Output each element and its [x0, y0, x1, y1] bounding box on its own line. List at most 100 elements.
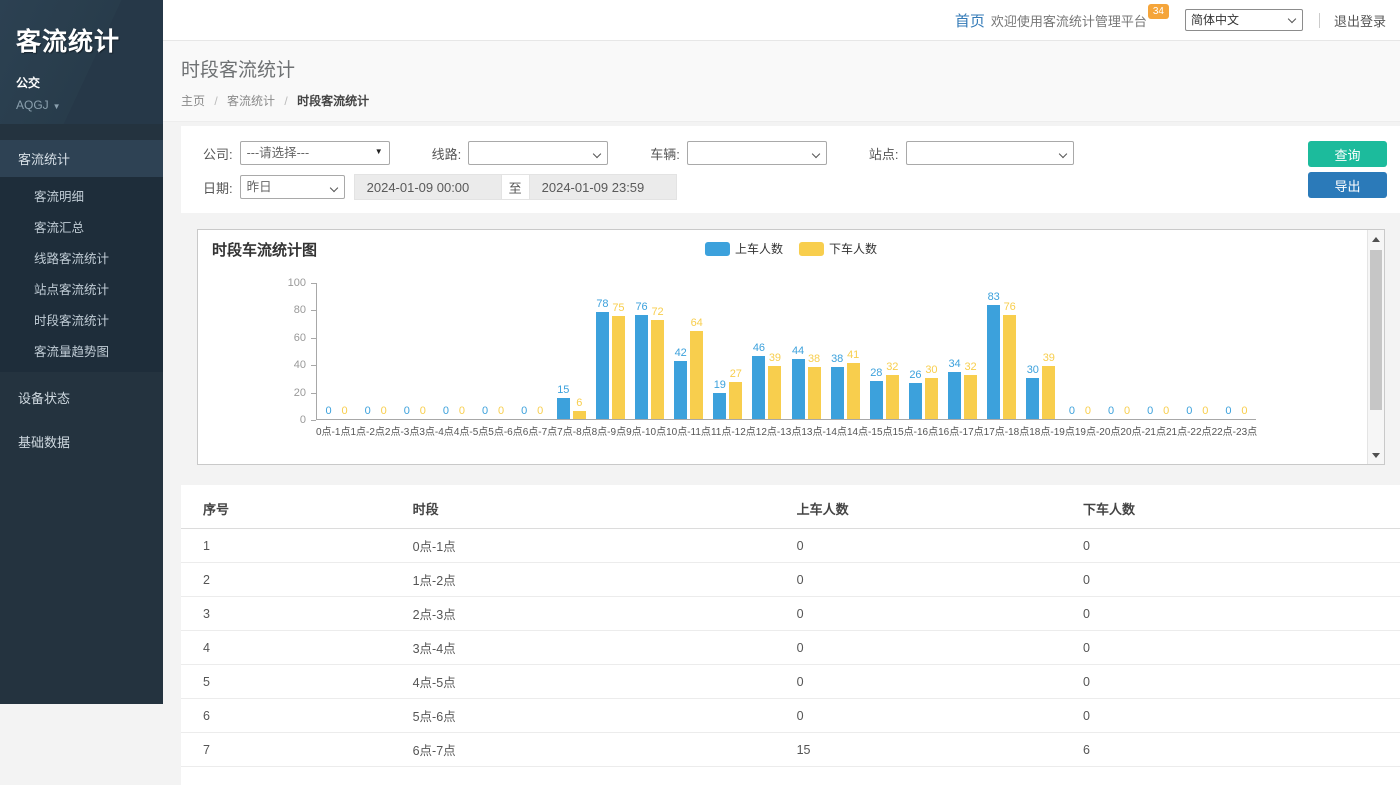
bar: [752, 356, 765, 419]
station-select[interactable]: [906, 141, 1074, 165]
chart-xaxis-labels: 0点-1点1点-2点2点-3点3点-4点4点-5点5点-6点6点-7点7点-8点…: [316, 423, 1256, 438]
bar-value-label: 0: [459, 406, 465, 417]
line-select[interactable]: [468, 141, 608, 165]
filter-row-2: 日期: 昨日 至: [203, 174, 1386, 200]
app-title: 客流统计: [16, 22, 147, 58]
chart-category: 3432: [943, 282, 982, 419]
breadcrumb-current: 时段客流统计: [297, 94, 369, 108]
x-axis-label: 18点-19点: [1029, 423, 1075, 438]
bar-group: 30: [925, 365, 938, 419]
sidebar-subitem[interactable]: 站点客流统计: [0, 273, 163, 304]
sidebar-item[interactable]: 基础数据: [0, 423, 163, 460]
bar: [635, 315, 648, 419]
sidebar-subitem[interactable]: 时段客流统计: [0, 304, 163, 335]
chart-panel: 时段车流统计图 上车人数下车人数 020406080100 0000000000…: [197, 229, 1385, 465]
sidebar-item[interactable]: 设备状态: [0, 379, 163, 416]
bar-value-label: 28: [870, 368, 882, 379]
notification-badge: 34: [1148, 4, 1169, 19]
bar-group: 78: [596, 299, 609, 419]
date-from-input[interactable]: [354, 174, 502, 200]
bar-group: 46: [752, 343, 765, 419]
bar-group: 75: [612, 303, 625, 419]
line-label: 线路:: [432, 144, 462, 163]
language-select-wrap: 简体中文: [1185, 9, 1303, 31]
bar-group: 38: [831, 354, 844, 419]
table-header: 序号 时段 上车人数 下车人数: [181, 489, 1400, 529]
bar-group: 0: [1121, 406, 1134, 419]
bar: [909, 383, 922, 419]
date-preset-select[interactable]: 昨日: [240, 175, 345, 199]
chart-category: 7875: [591, 282, 630, 419]
bar-value-label: 42: [675, 348, 687, 359]
export-button[interactable]: 导出: [1308, 172, 1387, 198]
vehicle-select[interactable]: [687, 141, 827, 165]
bar-group: 32: [964, 362, 977, 419]
logout-link[interactable]: 退出登录: [1334, 11, 1386, 30]
bar-group: 27: [729, 369, 742, 419]
station-label: 站点:: [869, 144, 899, 163]
scroll-down-icon[interactable]: [1368, 447, 1384, 463]
chart-category: 4438: [787, 282, 826, 419]
sidebar-subitem[interactable]: 线路客流统计: [0, 242, 163, 273]
search-button[interactable]: 查询: [1308, 141, 1387, 167]
breadcrumb-separator: /: [214, 94, 217, 108]
bar: [674, 361, 687, 419]
table-cell: 0: [797, 665, 1083, 699]
x-axis-label: 22点-23点: [1212, 423, 1258, 438]
table-cell: 6: [1083, 733, 1400, 767]
x-axis-label: 5点-6点: [488, 423, 522, 438]
x-axis-label: 7点-8点: [557, 423, 591, 438]
legend-item[interactable]: 下车人数: [799, 240, 877, 257]
breadcrumb-home[interactable]: 主页: [181, 94, 205, 108]
table-cell: 0: [1083, 631, 1400, 665]
bar-value-label: 0: [1186, 406, 1192, 417]
bar-group: 0: [439, 406, 452, 419]
company-select[interactable]: ---请选择---: [240, 141, 390, 165]
sidebar-subitem[interactable]: 客流汇总: [0, 211, 163, 242]
bar-group: 72: [651, 307, 664, 419]
scrollbar-thumb[interactable]: [1370, 250, 1382, 410]
bar-value-label: 6: [576, 398, 582, 409]
bar: [808, 367, 821, 419]
bar-value-label: 41: [847, 350, 859, 361]
breadcrumb-section[interactable]: 客流统计: [227, 94, 275, 108]
bar-group: 0: [416, 406, 429, 419]
table-row: 32点-3点00: [181, 597, 1400, 631]
breadcrumb-separator: /: [284, 94, 287, 108]
scroll-up-icon[interactable]: [1368, 231, 1384, 247]
x-axis-label: 2点-3点: [385, 423, 419, 438]
sidebar-subitem[interactable]: 客流量趋势图: [0, 335, 163, 366]
bar-group: 0: [400, 406, 413, 419]
welcome-text: 欢迎使用客流统计管理平台: [991, 11, 1147, 30]
account-dropdown[interactable]: AQGJ▼: [16, 98, 147, 112]
bar-value-label: 64: [691, 318, 703, 329]
sidebar-subitem[interactable]: 客流明细: [0, 180, 163, 211]
chart-scrollbar[interactable]: [1367, 230, 1384, 464]
table-cell: 2点-3点: [413, 597, 797, 631]
bar-group: 0: [1065, 406, 1078, 419]
vehicle-label: 车辆:: [650, 144, 680, 163]
bar-value-label: 26: [909, 370, 921, 381]
bar-group: 0: [495, 406, 508, 419]
table-cell: 1点-2点: [413, 563, 797, 597]
bar-group: 41: [847, 350, 860, 419]
bar-group: 0: [361, 406, 374, 419]
y-axis-label: 60: [256, 332, 306, 344]
sidebar-item-passenger-stats[interactable]: 客流统计: [0, 140, 163, 177]
bar: [573, 411, 586, 419]
bar-value-label: 0: [521, 406, 527, 417]
bar-value-label: 0: [1069, 406, 1075, 417]
bar-value-label: 32: [964, 362, 976, 373]
bar-value-label: 30: [1027, 365, 1039, 376]
home-link[interactable]: 首页: [955, 10, 985, 31]
language-select[interactable]: 简体中文: [1185, 9, 1303, 31]
legend-swatch: [799, 242, 824, 256]
chart-category: 00: [1100, 282, 1139, 419]
y-axis-tick: [311, 420, 316, 421]
chart-category: 00: [1217, 282, 1256, 419]
date-to-input[interactable]: [529, 174, 677, 200]
chart-category: 2832: [865, 282, 904, 419]
legend-item[interactable]: 上车人数: [705, 240, 783, 257]
x-axis-label: 13点-14点: [801, 423, 847, 438]
chart-category: 156: [552, 282, 591, 419]
